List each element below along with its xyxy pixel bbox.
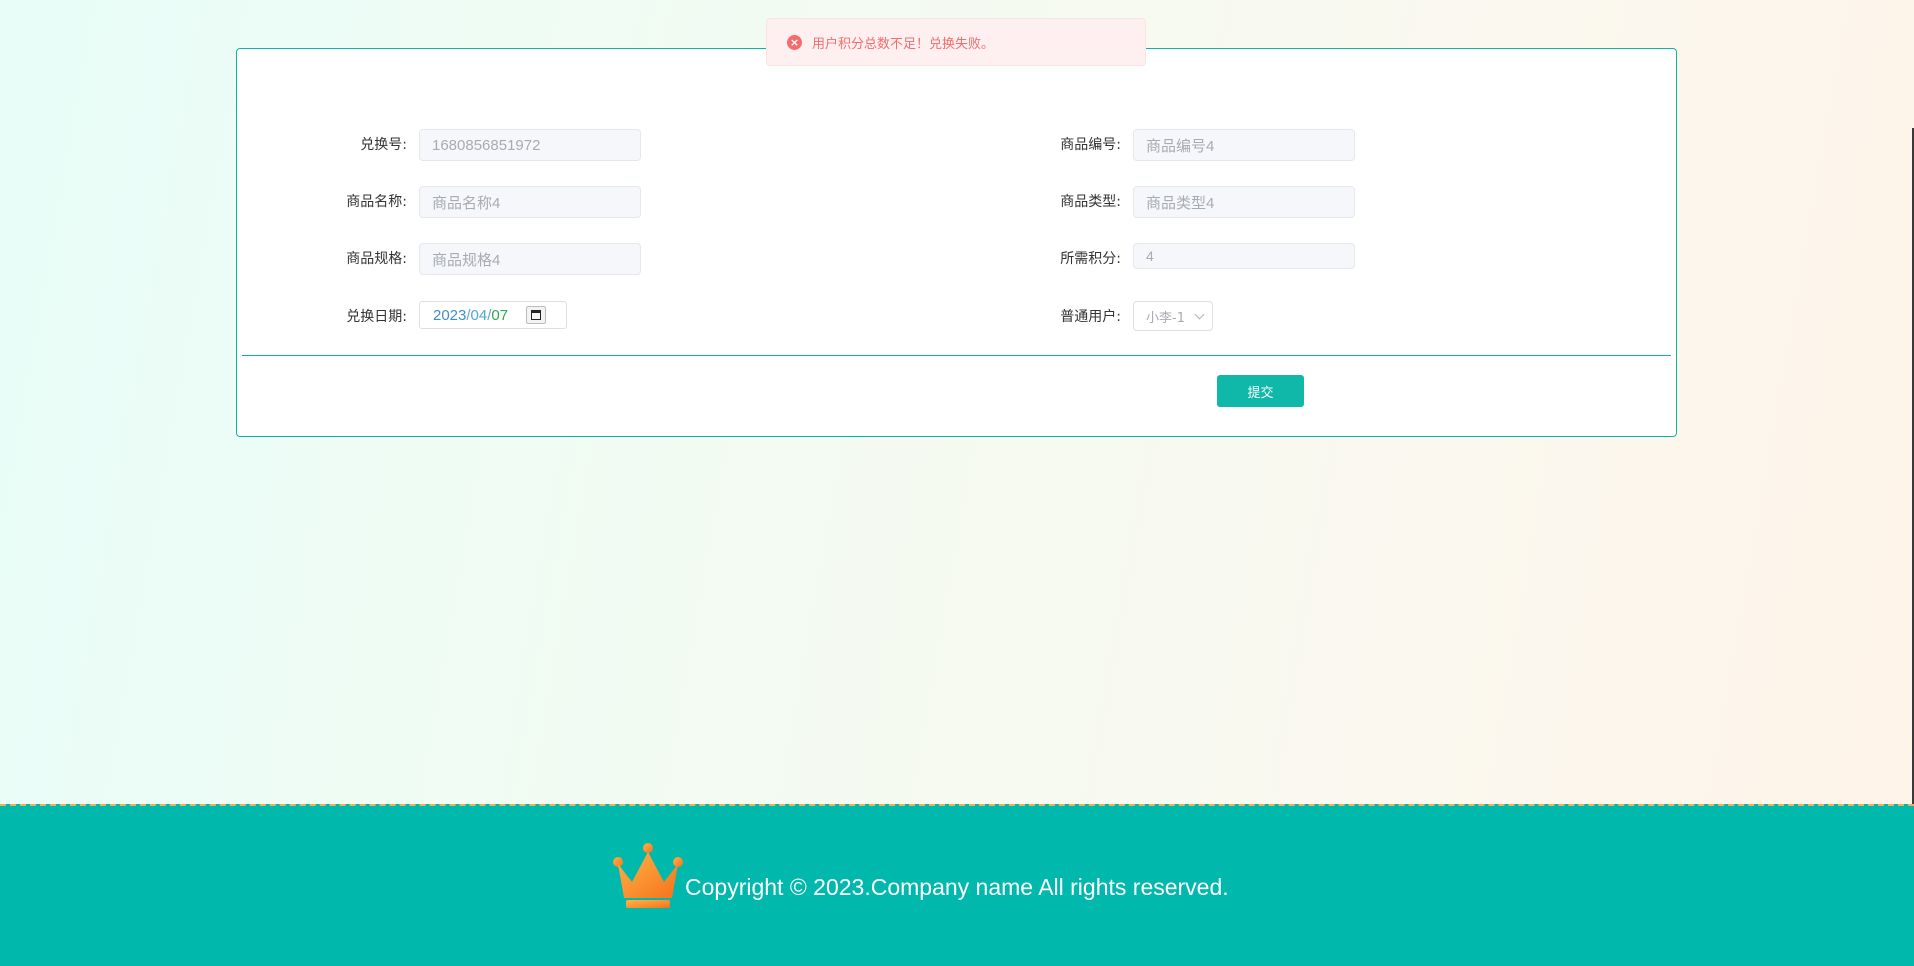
exchange-form-card: 兑换号: 1680856851972 商品编号: 商品编号4 商品名称: 商品名… xyxy=(236,48,1677,437)
points-required-value: 4 xyxy=(1146,248,1154,264)
product-name-value: 商品名称4 xyxy=(432,194,501,212)
toast-message: 用户积分总数不足！兑换失败。 xyxy=(812,36,995,52)
product-code-label: 商品编号: xyxy=(1060,137,1121,153)
user-select[interactable]: 小李-1 xyxy=(1133,301,1213,331)
product-type-value: 商品类型4 xyxy=(1146,194,1215,212)
form-row-product-code: 商品编号: 商品编号4 xyxy=(1013,129,1355,161)
form-row-points-required: 所需积分: 4 xyxy=(1013,243,1355,269)
date-year: 2023 xyxy=(433,306,467,324)
product-spec-label: 商品规格: xyxy=(346,251,407,267)
product-spec-input[interactable]: 商品规格4 xyxy=(419,243,641,275)
product-code-input[interactable]: 商品编号4 xyxy=(1133,129,1355,161)
user-label: 普通用户: xyxy=(1060,309,1121,325)
points-required-input[interactable]: 4 xyxy=(1133,243,1355,269)
product-code-value: 商品编号4 xyxy=(1146,137,1215,155)
calendar-icon[interactable] xyxy=(526,306,547,324)
submit-button[interactable]: 提交 xyxy=(1217,375,1304,407)
form-row-user: 普通用户: 小李-1 xyxy=(1013,301,1213,331)
points-required-label: 所需积分: xyxy=(1060,251,1121,267)
footer: Copyright © 2023.Company name All rights… xyxy=(0,804,1914,966)
exchange-date-input[interactable]: 2023/04/07 xyxy=(419,301,567,329)
product-type-label: 商品类型: xyxy=(1060,194,1121,210)
user-select-value: 小李-1 xyxy=(1146,310,1185,326)
exchange-no-input[interactable]: 1680856851972 xyxy=(419,129,641,161)
chevron-down-icon xyxy=(1194,309,1205,319)
crown-icon xyxy=(613,843,683,908)
exchange-no-label: 兑换号: xyxy=(360,137,407,153)
product-spec-value: 商品规格4 xyxy=(432,251,501,269)
form-row-product-type: 商品类型: 商品类型4 xyxy=(1013,186,1355,218)
date-month: 04 xyxy=(470,306,488,324)
form-row-product-name: 商品名称: 商品名称4 xyxy=(299,186,641,218)
copyright-text: Copyright © 2023.Company name All rights… xyxy=(685,874,1229,900)
exchange-no-value: 1680856851972 xyxy=(432,136,541,154)
error-circle-icon: × xyxy=(787,34,802,50)
product-name-input[interactable]: 商品名称4 xyxy=(419,186,641,218)
form-row-exchange-date: 兑换日期: 2023/04/07 xyxy=(299,301,567,329)
form-row-product-spec: 商品规格: 商品规格4 xyxy=(299,243,641,275)
form-divider xyxy=(242,355,1671,356)
error-message-toast: × 用户积分总数不足！兑换失败。 xyxy=(766,18,1146,66)
product-name-label: 商品名称: xyxy=(346,194,407,210)
product-type-input[interactable]: 商品类型4 xyxy=(1133,186,1355,218)
form-row-exchange-no: 兑换号: 1680856851972 xyxy=(299,129,641,161)
date-day: 07 xyxy=(491,306,509,324)
exchange-date-label: 兑换日期: xyxy=(346,309,407,325)
